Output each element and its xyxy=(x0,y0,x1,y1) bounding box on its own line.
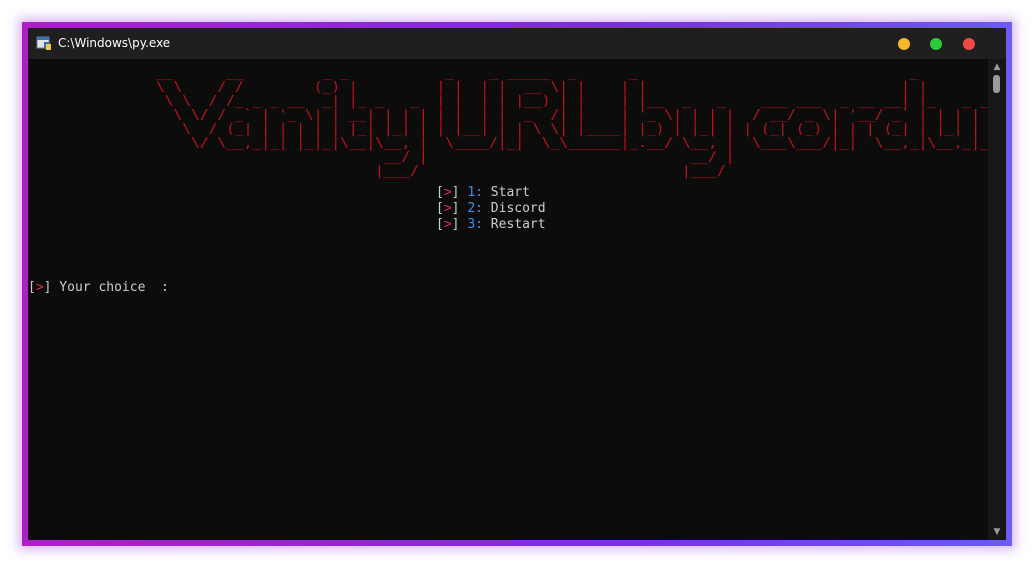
menu-bracket-open: [ xyxy=(436,185,444,200)
close-button[interactable] xyxy=(963,38,975,50)
prompt-arrow: > xyxy=(35,280,44,295)
minimize-button[interactable] xyxy=(898,38,910,50)
menu-bracket-open: [ xyxy=(436,217,444,232)
console-output[interactable]: __ __ _ _ _ _ _____ _ _ _ \ \ / / (_) | … xyxy=(28,59,1006,540)
scrollbar-thumb[interactable] xyxy=(993,75,1000,93)
menu-item-discord: [>] 2: Discord xyxy=(436,201,546,217)
menu-bracket-close: ] xyxy=(451,185,460,200)
menu-label: Start xyxy=(490,185,530,200)
chevron-down-icon[interactable]: ▼ xyxy=(992,527,1002,537)
menu-arrow: > xyxy=(443,217,452,232)
menu-bracket-close: ] xyxy=(451,217,460,232)
console-window: C:\Windows\py.exe __ __ _ _ _ _ _____ _ … xyxy=(28,28,1006,540)
menu-item-start: [>] 1: Start xyxy=(436,185,530,201)
menu-item-restart: [>] 3: Restart xyxy=(436,217,546,233)
prompt-bracket-open: [ xyxy=(28,280,36,295)
menu-arrow: > xyxy=(443,201,452,216)
menu-label: Discord xyxy=(490,201,546,216)
window-title: C:\Windows\py.exe xyxy=(58,36,171,50)
python-console-icon xyxy=(36,36,51,50)
chevron-up-icon[interactable]: ▲ xyxy=(992,62,1002,72)
menu-bracket-open: [ xyxy=(436,201,444,216)
menu-number: 3: xyxy=(467,217,483,232)
menu-arrow: > xyxy=(443,185,452,200)
title-bar[interactable]: C:\Windows\py.exe xyxy=(28,28,1006,59)
menu-label: Restart xyxy=(490,217,546,232)
menu-number: 2: xyxy=(467,201,483,216)
ascii-banner: __ __ _ _ _ _ _____ _ _ _ \ \ / / (_) | … xyxy=(156,66,1006,179)
maximize-button[interactable] xyxy=(930,38,942,50)
menu-number: 1: xyxy=(467,185,483,200)
prompt-text: Your choice : xyxy=(51,280,169,295)
menu-bracket-close: ] xyxy=(451,201,460,216)
choice-prompt[interactable]: [>] Your choice : xyxy=(28,280,169,296)
vertical-scrollbar[interactable]: ▲ ▼ xyxy=(988,59,1006,540)
